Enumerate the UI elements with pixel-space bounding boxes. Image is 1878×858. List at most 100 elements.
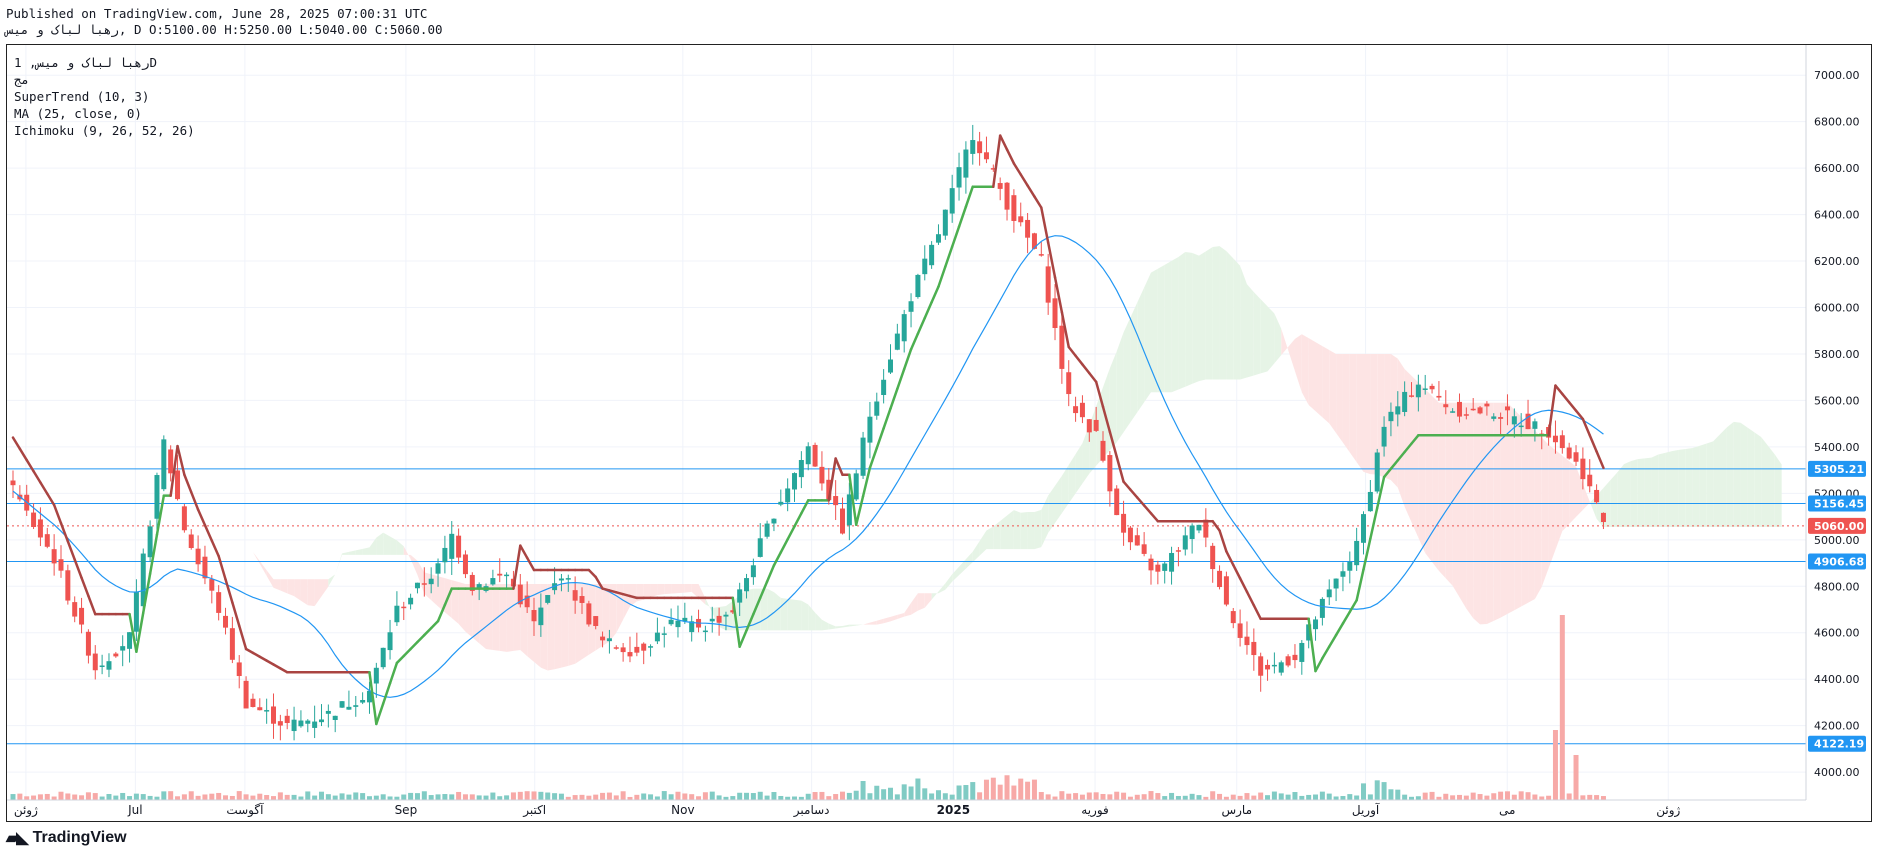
volume-bar: [778, 795, 784, 800]
candle-body: [373, 667, 379, 684]
cloud-segment: [417, 560, 425, 594]
candle-body: [1450, 411, 1456, 413]
candle-body: [106, 661, 112, 670]
candle-body: [757, 538, 763, 557]
cloud-segment: [1329, 350, 1337, 433]
volume-bar: [1491, 793, 1497, 800]
volume-bar: [291, 794, 297, 800]
candle-body: [277, 721, 283, 726]
volume-bar: [1100, 793, 1106, 800]
volume-bar: [1258, 792, 1264, 800]
volume-bar: [1114, 791, 1120, 800]
volume-bar: [462, 794, 468, 800]
volume-bar: [1539, 796, 1545, 800]
candle-body: [785, 488, 791, 503]
volume-bar: [1319, 791, 1325, 800]
candle-body: [1210, 545, 1216, 570]
cloud-segment: [1246, 284, 1254, 378]
time-tick-label: 2025: [937, 803, 970, 817]
volume-bar: [236, 791, 242, 800]
candle-body: [963, 149, 969, 178]
candle-body: [408, 597, 414, 605]
volume-bar: [1031, 779, 1037, 800]
legend-ichimoku[interactable]: Ichimoku (9, 26, 52, 26): [14, 122, 195, 139]
volume-bar: [161, 791, 167, 800]
volume-bar: [1004, 775, 1010, 800]
cloud-segment: [1548, 444, 1556, 569]
cloud-segment: [1164, 260, 1172, 393]
volume-bar: [833, 794, 839, 800]
candle-body: [1093, 419, 1099, 431]
cloud-segment: [218, 513, 226, 520]
cloud-segment: [1425, 389, 1433, 562]
candle-body: [1100, 440, 1106, 461]
cloud-segment: [883, 616, 891, 624]
volume-bar: [1546, 795, 1552, 800]
cloud-segment: [897, 612, 905, 619]
volume-bar: [44, 793, 50, 800]
volume-bar: [812, 792, 818, 800]
volume-bar: [490, 792, 496, 800]
candle-body: [833, 496, 839, 506]
cloud-segment: [554, 583, 562, 670]
candle-body: [881, 379, 887, 396]
volume-bar: [195, 795, 201, 800]
volume-bar: [517, 791, 523, 800]
candle-body: [894, 333, 900, 350]
tradingview-logo[interactable]: ▰◣ TradingView: [6, 828, 127, 848]
legend-ma[interactable]: MA (25, close, 0): [14, 105, 195, 122]
volume-bar: [874, 785, 880, 800]
cloud-segment: [1644, 457, 1652, 528]
candle-body: [168, 449, 174, 474]
cloud-segment: [1432, 396, 1439, 571]
cloud-segment: [986, 526, 994, 550]
candle-body: [147, 526, 153, 558]
candle-body: [1223, 576, 1229, 605]
cloud-segment: [904, 602, 912, 617]
volume-bar: [37, 794, 43, 800]
candle-body: [887, 359, 893, 373]
candle-body: [1594, 489, 1600, 503]
cloud-segment: [1445, 402, 1453, 586]
supertrend-segment: [395, 654, 406, 665]
volume-bar: [476, 795, 482, 800]
level-label: 5305.21: [1814, 463, 1864, 476]
price-tick-label: 5000.00: [1814, 534, 1860, 547]
candle-body: [771, 518, 777, 524]
candle-body: [1559, 435, 1565, 449]
cloud-segment: [945, 574, 953, 590]
supertrend-segment: [1218, 529, 1228, 553]
volume-bar: [963, 785, 969, 800]
price-tick-label: 4400.00: [1814, 673, 1860, 686]
volume-bar: [24, 796, 30, 800]
volume-bar: [558, 793, 564, 800]
cloud-segment: [863, 622, 870, 625]
candle-body: [634, 646, 640, 653]
volume-bar: [1162, 796, 1168, 800]
candle-body: [133, 591, 139, 632]
cloud-segment: [1000, 515, 1008, 550]
volume-bar: [1093, 792, 1099, 800]
supertrend-segment: [423, 626, 433, 637]
candle-body: [1175, 550, 1181, 552]
candle-body: [394, 605, 400, 623]
candle-body: [1511, 416, 1517, 425]
legend-supertrend[interactable]: SuperTrend (10, 3): [14, 88, 195, 105]
cloud-segment: [705, 598, 713, 613]
cloud-segment: [1082, 425, 1090, 484]
price-chart[interactable]: 4000.00 4200.00 4400.00 4600.00 4800.00 5000.…: [0, 0, 1878, 858]
candle-body: [1408, 395, 1414, 397]
candle-body: [31, 512, 37, 528]
candle-body: [264, 710, 270, 712]
candle-body: [1079, 402, 1085, 418]
cloud-segment: [383, 532, 391, 555]
cloud-segment: [1411, 375, 1419, 538]
candle-body: [1600, 512, 1606, 523]
volume-bar: [72, 794, 78, 800]
supertrend-segment: [964, 185, 975, 208]
volume-bar: [1511, 794, 1517, 800]
volume-bar: [579, 794, 585, 800]
cloud-segment: [1356, 353, 1364, 472]
volume-bar: [92, 793, 98, 800]
cloud-segment: [698, 583, 706, 605]
